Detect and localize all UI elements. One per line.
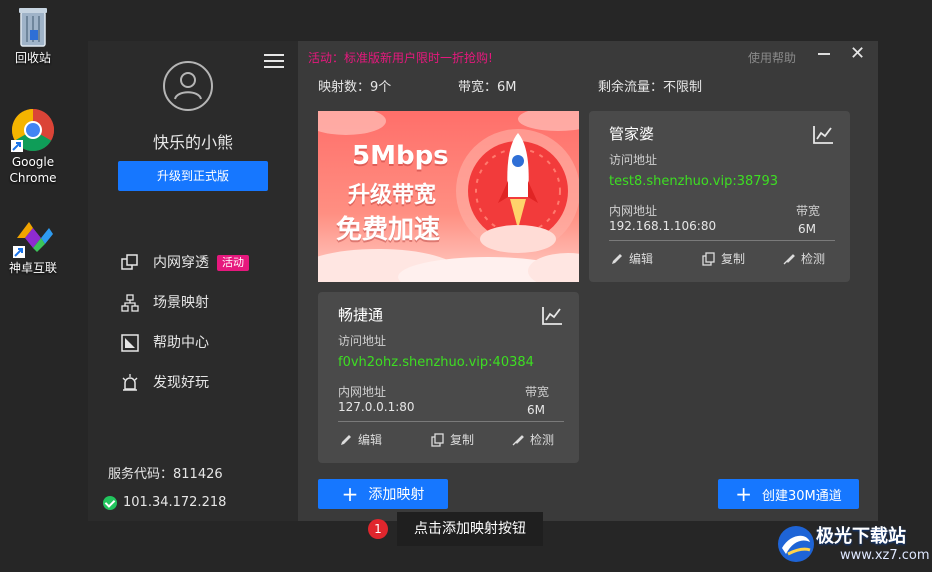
desktop-icon-chrome[interactable]: Google Chrome [1,108,65,186]
close-button[interactable]: ✕ [850,45,865,63]
intranet-address: 192.168.1.106:80 [609,219,717,233]
check-circle-icon [103,495,117,510]
probe-icon [511,433,525,447]
help-link[interactable]: 使用帮助 [748,49,796,66]
step-number-badge: 1 [368,519,388,539]
nav-item-label: 发现好玩 [153,375,209,391]
desktop-icon-label: 回收站 [14,51,51,65]
access-url[interactable]: test8.shenzhuo.vip:38793 [609,174,778,189]
access-label: 访问地址 [609,153,658,167]
intranet-address: 127.0.0.1:80 [338,400,415,414]
ip-address: 101.34.172.218 [123,495,227,510]
nav-item-label: 帮助中心 [153,335,209,351]
card-title: 畅捷通 [338,306,384,324]
bandwidth-label: 带宽 [796,204,821,218]
promo-link[interactable]: 活动：标准版新用户限时一折抢购! [308,49,493,66]
nav-item-scene-mapping[interactable]: 场景映射 [121,291,209,315]
mapping-count: 映射数：9个 [318,80,392,95]
intranet-label: 内网地址 [609,204,658,218]
chart-icon[interactable] [812,125,834,145]
pencil-icon [339,433,353,447]
mapping-card: 管家婆 访问地址 test8.shenzhuo.vip:38793 内网地址 1… [589,111,850,282]
plus-icon: + [341,482,359,506]
access-url[interactable]: f0vh2ohz.shenzhuo.vip:40384 [338,355,534,370]
mapping-card: 畅捷通 访问地址 f0vh2ohz.shenzhuo.vip:40384 内网地… [318,292,579,463]
card-divider [338,421,564,422]
create-channel-button[interactable]: + 创建30M通道 [718,479,859,509]
chart-icon[interactable] [541,306,563,326]
minimize-button[interactable] [818,53,830,55]
main-panel: 活动：标准版新用户限时一折抢购! 使用帮助 ✕ 映射数：9个 带宽：6M 剩余流… [298,41,878,521]
promo-banner[interactable]: 5Mbps 升级带宽 免费加速 [318,111,579,282]
nav-item-tunnel[interactable]: 内网穿透 活动 [121,251,249,275]
plus-icon: + [735,482,752,506]
banner-speed: 5Mbps [352,141,449,171]
guide-tooltip: 点击添加映射按钮 [397,512,543,546]
bandwidth-stat: 带宽：6M [458,80,517,95]
intranet-label: 内网地址 [338,385,387,399]
probe-icon [782,252,796,266]
edit-button[interactable]: 编辑 [339,431,382,448]
banner-upgrade: 升级带宽 [348,183,437,208]
nav-item-label: 场景映射 [153,295,209,311]
nav-item-discover[interactable]: 发现好玩 [121,371,209,395]
create-channel-label: 创建30M通道 [762,488,842,504]
watermark-url: www.xz7.com [840,548,930,563]
ip-status: 101.34.172.218 [103,495,226,510]
check-button[interactable]: 检测 [511,431,554,448]
copy-icon [431,432,445,447]
menu-icon[interactable] [264,53,284,69]
bandwidth-value: 6M [798,222,816,236]
desktop-icon-label: 神卓互联 [8,261,57,275]
tunnel-icon [121,254,139,272]
copy-button[interactable]: 复制 [702,250,745,267]
avatar[interactable] [163,61,213,111]
add-mapping-button[interactable]: + 添加映射 [318,479,448,509]
service-code: 服务代码：811426 [108,467,223,482]
edit-label: 编辑 [629,252,654,266]
check-label: 检测 [801,252,826,266]
access-label: 访问地址 [338,334,387,348]
shenzhuo-icon [11,214,55,258]
traffic-stat: 剩余流量：不限制 [598,80,703,95]
check-button[interactable]: 检测 [782,250,825,267]
bandwidth-value: 6M [527,403,545,417]
watermark-logo-icon [778,526,814,562]
desktop-icon-shenzhuo[interactable]: 神卓互联 [1,214,65,276]
copy-label: 复制 [450,433,475,447]
copy-icon [702,251,716,266]
pencil-icon [610,252,624,266]
bandwidth-label: 带宽 [525,385,550,399]
upgrade-button[interactable]: 升级到正式版 [118,161,268,191]
activity-badge: 活动 [217,255,249,271]
add-mapping-label: 添加映射 [368,487,425,503]
check-label: 检测 [530,433,555,447]
nav-item-help-center[interactable]: 帮助中心 [121,331,209,355]
network-icon [121,294,139,312]
discover-icon [121,374,139,392]
desktop-icon-recycle-bin[interactable]: 回收站 [1,4,65,66]
help-center-icon [121,334,139,352]
sidebar: 快乐的小熊 升级到正式版 内网穿透 活动 场景映射 帮助中心 发现好玩 服务代码… [88,41,298,521]
desktop-icon-label: Google Chrome [9,155,57,185]
app-window: 快乐的小熊 升级到正式版 内网穿透 活动 场景映射 帮助中心 发现好玩 服务代码… [88,41,878,521]
edit-label: 编辑 [358,433,383,447]
watermark-name: 极光下载站 [816,526,906,547]
watermark: 极光下载站 www.xz7.com [776,522,930,566]
chrome-icon [11,108,55,152]
copy-label: 复制 [721,252,746,266]
username: 快乐的小熊 [152,133,233,152]
nav-item-label: 内网穿透 [153,255,209,271]
copy-button[interactable]: 复制 [431,431,474,448]
recycle-bin-icon [11,4,55,48]
card-divider [609,240,835,241]
banner-free: 免费加速 [336,215,441,245]
card-title: 管家婆 [609,125,655,143]
edit-button[interactable]: 编辑 [610,250,653,267]
